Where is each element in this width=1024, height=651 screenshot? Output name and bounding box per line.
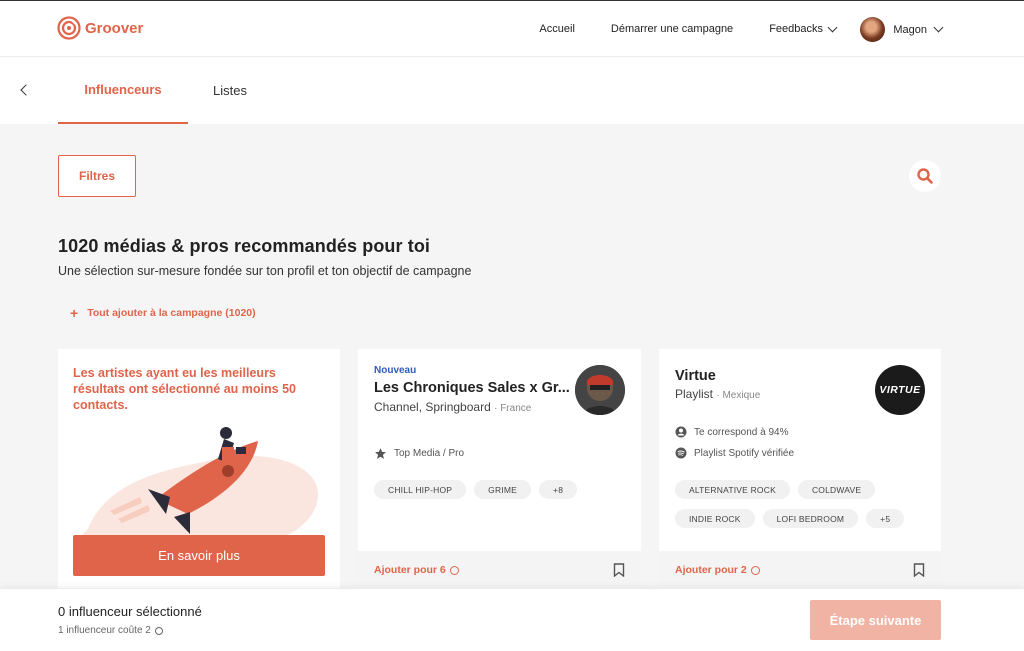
- genre-tag: LOFI BEDROOM: [762, 509, 859, 528]
- tab-listes-label: Listes: [213, 83, 247, 98]
- coin-icon: [750, 565, 760, 575]
- top-navbar: Groover Accueil Démarrer une campagne Fe…: [0, 0, 1024, 57]
- learn-more-label: En savoir plus: [158, 548, 240, 563]
- star-icon: [375, 448, 386, 459]
- nav-demarrer-campagne[interactable]: Démarrer une campagne: [611, 23, 733, 35]
- chevron-down-icon: [933, 22, 944, 33]
- media-type-label: Playlist: [675, 387, 714, 401]
- chevron-down-icon: [827, 22, 838, 32]
- coin-icon: [449, 565, 459, 575]
- tab-influenceurs[interactable]: Influenceurs: [58, 57, 188, 124]
- media-card[interactable]: Virtue Playlist · Mexique VIRTUE Te corr…: [659, 349, 941, 589]
- media-avatar-text: VIRTUE: [879, 384, 921, 396]
- card-footer: Ajouter pour 6: [358, 551, 641, 589]
- cost-info: 1 influenceur coûte 2: [58, 625, 163, 636]
- media-name[interactable]: Les Chroniques Sales x Gr...: [374, 380, 570, 396]
- more-tags-badge[interactable]: +8: [539, 480, 578, 499]
- logo-text: Groover: [85, 19, 144, 37]
- genre-tag: CHILL HIP-HOP: [374, 480, 467, 499]
- back-arrow-icon[interactable]: [20, 84, 32, 96]
- add-to-campaign-button[interactable]: Ajouter pour 2: [675, 564, 760, 576]
- genre-tags: ALTERNATIVE ROCK COLDWAVE INDIE ROCK LOF…: [675, 480, 925, 528]
- add-all-label: Tout ajouter à la campagne (1020): [87, 307, 256, 319]
- add-label: Ajouter pour 2: [675, 564, 747, 576]
- promo-card: Les artistes ayant eu les meilleurs résu…: [58, 349, 340, 589]
- promo-text: Les artistes ayant eu les meilleurs résu…: [73, 366, 296, 412]
- media-avatar-image: [575, 365, 625, 415]
- user-menu[interactable]: Magon: [860, 17, 944, 42]
- nav-feedbacks[interactable]: Feedbacks: [769, 22, 838, 35]
- add-label: Ajouter pour 6: [374, 564, 446, 576]
- user-circle-icon: [675, 426, 687, 438]
- media-type-label: Channel, Springboard: [374, 400, 491, 414]
- new-badge: Nouveau: [374, 365, 417, 376]
- next-step-button[interactable]: Étape suivante: [810, 600, 941, 640]
- more-tags-badge[interactable]: +5: [866, 509, 905, 528]
- genre-tag: INDIE ROCK: [675, 509, 755, 528]
- rocket-illustration: [78, 427, 318, 539]
- genre-tag: GRIME: [474, 480, 532, 499]
- media-card[interactable]: Nouveau Les Chroniques Sales x Gr... Cha…: [358, 349, 641, 589]
- main-nav: Accueil Démarrer une campagne Feedbacks: [539, 1, 838, 57]
- cost-label: 1 influenceur coûte 2: [58, 625, 151, 636]
- feature-label: Top Media / Pro: [394, 448, 465, 459]
- nav-feedbacks-label: Feedbacks: [769, 23, 823, 35]
- card-footer: Ajouter pour 2: [659, 551, 941, 589]
- add-to-campaign-button[interactable]: Ajouter pour 6: [374, 564, 459, 576]
- media-avatar: VIRTUE: [875, 365, 925, 415]
- media-name[interactable]: Virtue: [675, 368, 716, 384]
- avatar: [860, 17, 886, 42]
- search-icon: [917, 168, 933, 184]
- coin-icon: [154, 626, 163, 635]
- media-avatar: [575, 365, 625, 415]
- media-country: Mexique: [722, 390, 761, 401]
- plus-icon: +: [70, 305, 79, 321]
- feature-top-media: Top Media / Pro: [374, 447, 464, 460]
- page-title: 1020 médias & pros recommandés pour toi: [58, 236, 431, 256]
- media-type: Playlist · Mexique: [675, 387, 761, 401]
- nav-accueil-label: Accueil: [539, 23, 575, 35]
- user-name: Magon: [893, 23, 927, 36]
- filters-label: Filtres: [78, 169, 115, 183]
- nav-demarrer-label: Démarrer une campagne: [610, 23, 734, 35]
- tabs-bar: Influenceurs Listes: [0, 57, 1024, 124]
- media-type: Channel, Springboard · France: [374, 400, 532, 414]
- tab-listes[interactable]: Listes: [200, 57, 260, 124]
- bookmark-icon[interactable]: [913, 563, 925, 577]
- search-button[interactable]: [909, 160, 941, 192]
- feature-spotify-verified: Playlist Spotify vérifiée: [675, 447, 794, 459]
- feature-match: Te correspond à 94%: [675, 426, 789, 438]
- filters-button[interactable]: Filtres: [58, 155, 136, 197]
- learn-more-button[interactable]: En savoir plus: [73, 535, 325, 576]
- groover-logo-icon: [57, 16, 81, 40]
- genre-tag: COLDWAVE: [797, 480, 876, 499]
- nav-accueil[interactable]: Accueil: [539, 23, 574, 35]
- selection-footer: 0 influenceur sélectionné 1 influenceur …: [0, 588, 1024, 651]
- genre-tags: CHILL HIP-HOP GRIME +8: [374, 480, 624, 499]
- next-step-label: Étape suivante: [829, 612, 922, 628]
- bookmark-icon[interactable]: [613, 563, 625, 577]
- groover-logo[interactable]: Groover: [57, 16, 143, 40]
- spotify-icon: [675, 447, 687, 459]
- media-country: France: [500, 403, 532, 414]
- genre-tag: ALTERNATIVE ROCK: [675, 480, 790, 499]
- selected-count: 0 influenceur sélectionné: [58, 604, 202, 619]
- feature-label: Te correspond à 94%: [694, 426, 789, 438]
- page-subtitle: Une sélection sur-mesure fondée sur ton …: [58, 264, 472, 278]
- add-all-button[interactable]: + Tout ajouter à la campagne (1020): [70, 305, 256, 321]
- feature-label: Playlist Spotify vérifiée: [694, 447, 795, 459]
- tab-influenceurs-label: Influenceurs: [84, 82, 162, 97]
